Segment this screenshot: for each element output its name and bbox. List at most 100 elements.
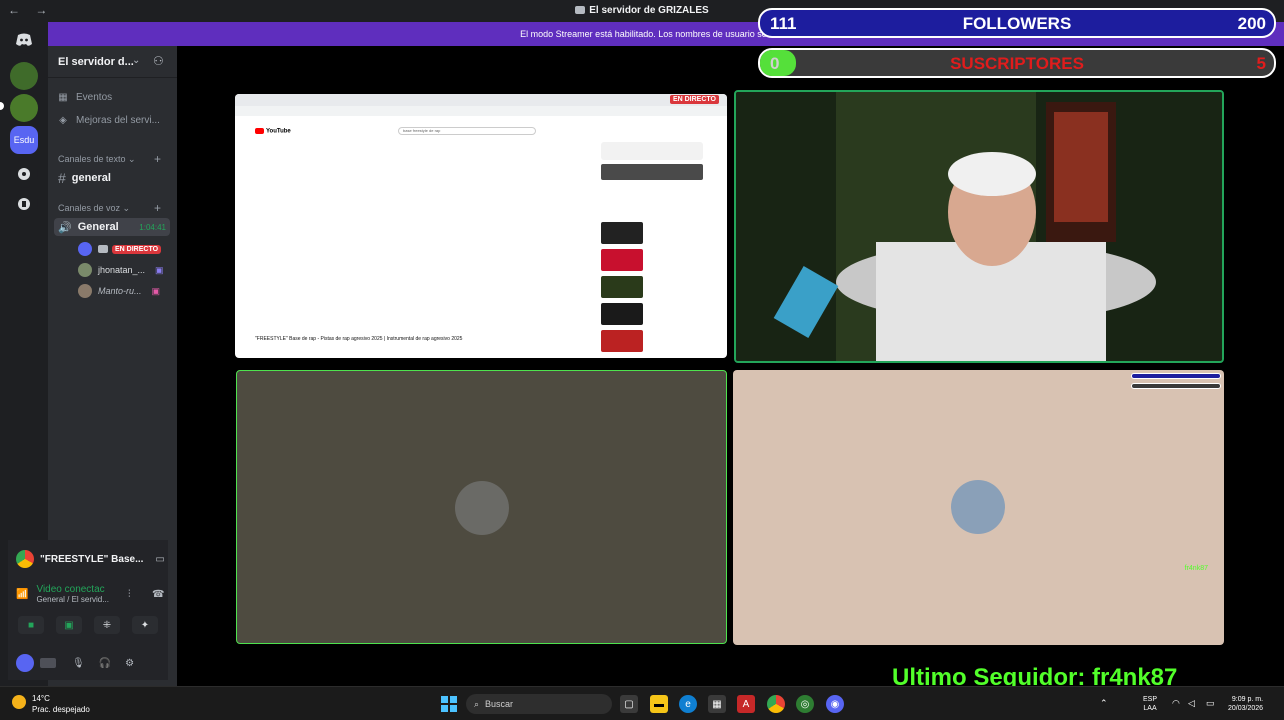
chevron-down-icon: ⌄: [132, 55, 141, 66]
webcam-feed: [736, 92, 1222, 361]
calendar-icon: ▦: [58, 91, 68, 103]
subs-goal: 5: [1256, 54, 1266, 73]
noise-suppression-icon[interactable]: ⫶: [128, 589, 131, 600]
server-icon: [575, 6, 586, 15]
avatar: [78, 242, 92, 256]
activity-title-row[interactable]: "FREESTYLE" Base... ▭: [16, 550, 165, 568]
voice-timer: 1:04:41: [139, 222, 166, 232]
voice-activity-panel: "FREESTYLE" Base... ▭ 📶 Video conectac G…: [8, 540, 168, 680]
user-avatar[interactable]: [16, 654, 34, 672]
headphones-icon[interactable]: 🎧: [99, 658, 111, 669]
youtube-logo: YouTube: [255, 128, 291, 135]
activities-button[interactable]: ⁜: [94, 616, 120, 634]
browser-tabs: [235, 94, 727, 106]
avatar: [78, 284, 92, 298]
thumbnail: [601, 330, 643, 352]
voice-user-streamer[interactable]: EN DIRECTO: [78, 241, 162, 257]
clock[interactable]: 9:09 p. m. 20/03/2026: [1228, 695, 1263, 713]
sun-icon: [12, 695, 26, 709]
webcam-tile[interactable]: [734, 90, 1224, 363]
battery-icon[interactable]: ▭: [1206, 699, 1215, 708]
live-badge: EN DIRECTO: [112, 244, 162, 254]
discord-icon[interactable]: ◉: [826, 695, 844, 713]
volume-icon[interactable]: ◁: [1188, 699, 1195, 708]
discord-home-icon[interactable]: [10, 26, 38, 54]
signal-icon: 📶: [16, 588, 29, 600]
camera-icon: [98, 245, 108, 253]
subs-label: SUSCRIPTORES: [950, 54, 1084, 73]
soundboard-button[interactable]: ✦: [132, 616, 158, 634]
chrome-icon[interactable]: [767, 695, 785, 713]
participant-avatar: [951, 480, 1005, 534]
thumbnail: [601, 276, 643, 298]
screen-icon[interactable]: ▭: [155, 554, 164, 565]
youtube-search: base freestyle de rap: [398, 127, 536, 135]
gear-icon[interactable]: ⚙: [125, 658, 134, 669]
voice-channel-general[interactable]: 🔊 General 1:04:41: [54, 218, 170, 236]
search-icon: ⌕: [474, 698, 480, 709]
taskbar-search[interactable]: ⌕ Buscar: [466, 694, 612, 714]
edge-icon[interactable]: e: [679, 695, 697, 713]
screen-share-tile[interactable]: EN DIRECTO YouTube base freestyle de rap…: [235, 94, 727, 358]
server-name: El servidor d...: [58, 56, 134, 68]
app-icon-2[interactable]: ◎: [796, 695, 814, 713]
wifi-icon[interactable]: ◠: [1172, 699, 1180, 708]
chevron-up-icon[interactable]: ⌃: [1100, 699, 1108, 708]
screen-share-button[interactable]: ▣: [56, 616, 82, 634]
participant-tile[interactable]: fr4nk87: [733, 370, 1224, 645]
text-category[interactable]: Canales de texto ⌄ +: [58, 152, 161, 166]
task-view-icon[interactable]: ▢: [620, 695, 638, 713]
followers-goal-bar: FOLLOWERS 111 200: [758, 8, 1276, 38]
boosts-item[interactable]: ◈ Mejoras del servi...: [56, 111, 160, 129]
channel-general[interactable]: # general: [54, 168, 170, 188]
speaker-icon: 🔊: [58, 221, 72, 234]
live-badge: EN DIRECTO: [669, 95, 719, 104]
download-icon[interactable]: [10, 190, 38, 218]
user-name-hidden: [40, 658, 56, 668]
mini-followers-bar: [1131, 373, 1221, 379]
side-banner: [601, 164, 703, 180]
screen-share-icon: ▣: [155, 264, 164, 275]
followers-label: FOLLOWERS: [962, 14, 1072, 33]
server-header[interactable]: El servidor d... ⌄ ⚇: [48, 46, 177, 78]
add-channel-icon[interactable]: +: [154, 152, 161, 166]
camera-button[interactable]: ■: [18, 616, 44, 634]
add-voice-channel-icon[interactable]: +: [154, 201, 161, 215]
participant-avatar: [455, 481, 509, 535]
windows-taskbar: 14°C Prac. despejado ⌕ Buscar ▢ ▬ e ▦ A …: [0, 686, 1284, 720]
video-title: "FREESTYLE" Base de rap - Pistas de rap …: [255, 336, 463, 342]
followers-goal: 200: [1237, 14, 1266, 33]
mini-last-follower: fr4nk87: [1184, 565, 1208, 572]
app-icon[interactable]: A: [737, 695, 755, 713]
followers-count: 111: [770, 14, 797, 33]
voice-category[interactable]: Canales de voz ⌄ +: [58, 201, 161, 215]
thumbnail: [601, 222, 643, 244]
file-explorer-icon[interactable]: ▬: [650, 695, 668, 713]
thumbnail: [601, 249, 643, 271]
server-avatar[interactable]: [10, 62, 38, 90]
voice-user[interactable]: jhonatan_... ▣: [78, 262, 164, 278]
voice-user[interactable]: Manto-ru... ▣: [78, 283, 160, 299]
language-indicator[interactable]: ESP LAA: [1143, 695, 1157, 713]
thumbnail: [601, 303, 643, 325]
participant-tile[interactable]: [236, 370, 727, 644]
avatar: [78, 263, 92, 277]
disconnect-icon[interactable]: ☎: [152, 589, 164, 600]
subscribers-goal-bar: 0 SUSCRIPTORES 5: [758, 48, 1276, 78]
unread-pill: [0, 102, 4, 110]
server-avatar[interactable]: [10, 94, 38, 122]
connection-row: 📶 Video conectac General / El servid... …: [16, 584, 165, 604]
weather-widget[interactable]: 14°C Prac. despejado: [12, 693, 90, 715]
side-card: [601, 142, 703, 160]
microphone-icon[interactable]: 🎙: [72, 658, 85, 669]
user-controls: 🎙 🎧 ⚙: [16, 654, 134, 672]
invite-icon[interactable]: ⚇: [153, 54, 164, 68]
store-icon[interactable]: ▦: [708, 695, 726, 713]
boost-icon: ◈: [59, 114, 67, 126]
chrome-icon: [16, 550, 34, 568]
server-avatar-active[interactable]: Esdu: [10, 126, 38, 154]
explore-icon[interactable]: [10, 160, 38, 188]
screen-share-icon: ▣: [151, 285, 161, 296]
start-icon[interactable]: [440, 695, 458, 713]
events-item[interactable]: ▦ Eventos: [56, 88, 112, 106]
